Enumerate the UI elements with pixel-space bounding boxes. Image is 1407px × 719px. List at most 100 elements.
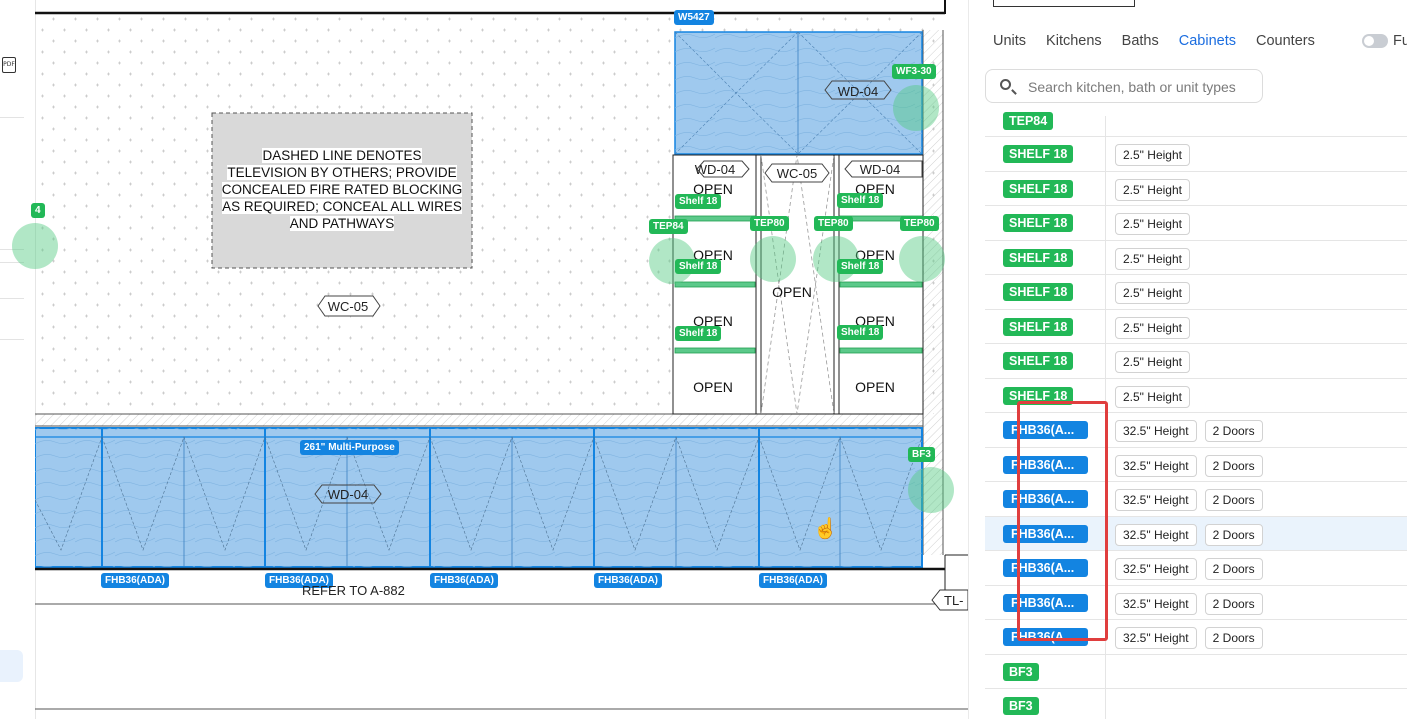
- attribute-chip: 2.5" Height: [1115, 316, 1190, 339]
- marker-circle[interactable]: [908, 467, 954, 513]
- pdf-document-icon[interactable]: PDF: [2, 57, 16, 73]
- cabinet-name-badge[interactable]: TEP84: [1003, 112, 1054, 130]
- tab-baths[interactable]: Baths: [1122, 33, 1159, 51]
- table-row[interactable]: FHB36(A... 32.5" Height 2 Doors: [985, 551, 1407, 586]
- attribute-chip: 32.5" Height: [1115, 489, 1197, 511]
- wc05-label: WC-05: [327, 299, 369, 314]
- wd04-right-label: WD-04: [859, 162, 901, 177]
- fhb36-tag[interactable]: FHB36(ADA): [759, 573, 827, 588]
- fhb36-tag[interactable]: FHB36(ADA): [101, 573, 169, 588]
- column-divider: [1105, 344, 1106, 378]
- cabinet-panel: Units Kitchens Baths Cabinets Counters F…: [968, 0, 1407, 719]
- cabinet-name-badge[interactable]: SHELF 18: [1003, 317, 1074, 336]
- toggle-label: Fu: [1393, 33, 1407, 49]
- filter-toggle[interactable]: [1362, 34, 1388, 48]
- cabinet-name-badge[interactable]: BF3: [1003, 662, 1039, 681]
- table-row[interactable]: SHELF 18 2.5" Height: [985, 309, 1407, 344]
- bf3-tag[interactable]: BF3: [908, 447, 935, 462]
- table-row[interactable]: TEP84: [985, 112, 1407, 137]
- tep80-tag[interactable]: TEP80: [900, 216, 939, 231]
- fhb36-tag[interactable]: FHB36(ADA): [430, 573, 498, 588]
- table-row[interactable]: SHELF 18 2.5" Height: [985, 240, 1407, 275]
- table-row[interactable]: SHELF 18 2.5" Height: [985, 378, 1407, 413]
- cabinet-name-badge[interactable]: SHELF 18: [1003, 352, 1074, 370]
- open-label: OPEN: [855, 379, 895, 395]
- column-divider: [1105, 137, 1106, 171]
- table-row[interactable]: SHELF 18 2.5" Height: [985, 137, 1407, 172]
- tep80-tag[interactable]: TEP80: [750, 216, 789, 231]
- marker-circle[interactable]: [12, 223, 58, 269]
- cabinet-attributes: 32.5" Height 2 Doors: [1115, 558, 1263, 580]
- shelf18-tag[interactable]: Shelf 18: [675, 259, 722, 274]
- column-divider: [1105, 482, 1106, 516]
- table-row[interactable]: SHELF 18 2.5" Height: [985, 275, 1407, 310]
- wf3-30-tag[interactable]: WF3-30: [892, 64, 936, 79]
- cabinet-attributes: 2.5" Height: [1115, 144, 1190, 166]
- table-row[interactable]: FHB36(A... 32.5" Height 2 Doors: [985, 447, 1407, 482]
- column-divider: [1105, 585, 1106, 619]
- table-row[interactable]: FHB36(A... 32.5" Height 2 Doors: [985, 413, 1407, 448]
- search-icon: [1000, 79, 1011, 90]
- cabinet-name-badge[interactable]: FHB36(A...: [1003, 421, 1088, 439]
- marker-circle[interactable]: [899, 236, 945, 282]
- fhb36-tag[interactable]: FHB36(ADA): [594, 573, 662, 588]
- table-row[interactable]: FHB36(A... 32.5" Height 2 Doors: [985, 585, 1407, 620]
- cabinet-name-badge[interactable]: SHELF 18: [1003, 145, 1074, 163]
- toolbar-selected-item[interactable]: [0, 650, 23, 682]
- attribute-chip: 2.5" Height: [1115, 144, 1190, 166]
- table-row[interactable]: FHB36(A... 32.5" Height 2 Doors: [985, 516, 1407, 551]
- tep80-tag[interactable]: TEP80: [814, 216, 853, 231]
- open-label: OPEN: [772, 284, 812, 300]
- toolbar-divider: [0, 298, 24, 299]
- floor-plan-canvas[interactable]: DASHED LINE DENOTES TELEVISION BY OTHERS…: [12, 0, 968, 719]
- cabinet-name-badge[interactable]: FHB36(A...: [1003, 490, 1088, 508]
- cabinet-name-badge[interactable]: SHELF 18: [1003, 248, 1074, 267]
- shelf18-tag[interactable]: Shelf 18: [675, 194, 722, 209]
- shelf18-tag[interactable]: Shelf 18: [837, 193, 884, 208]
- table-row[interactable]: SHELF 18 2.5" Height: [985, 206, 1407, 241]
- marker-circle[interactable]: [893, 85, 939, 131]
- cabinet-attributes: 2.5" Height: [1115, 316, 1190, 339]
- cabinet-name-badge[interactable]: SHELF 18: [1003, 179, 1074, 198]
- cabinet-attributes: 2.5" Height: [1115, 282, 1190, 304]
- partial-tag[interactable]: 4: [31, 203, 45, 218]
- search-input[interactable]: [1026, 77, 1260, 97]
- cabinet-name-badge[interactable]: BF3: [1003, 697, 1039, 715]
- note-line: AS REQUIRED; CONCEAL ALL WIRES: [222, 199, 462, 214]
- shelf18-tag[interactable]: Shelf 18: [837, 325, 884, 340]
- cabinet-name-badge[interactable]: SHELF 18: [1003, 386, 1074, 405]
- column-divider: [1105, 654, 1106, 688]
- attribute-chip: 2.5" Height: [1115, 247, 1190, 270]
- panel-tabs: Units Kitchens Baths Cabinets Counters: [993, 33, 1315, 51]
- cabinet-name-badge[interactable]: FHB36(A...: [1003, 593, 1088, 612]
- marker-circle[interactable]: [750, 236, 796, 282]
- toolbar-divider: [0, 339, 24, 340]
- attribute-chip: 2 Doors: [1204, 523, 1263, 546]
- tab-units[interactable]: Units: [993, 33, 1026, 51]
- attribute-chip: 32.5" Height: [1115, 454, 1197, 477]
- tab-cabinets[interactable]: Cabinets: [1179, 33, 1236, 51]
- table-row[interactable]: SHELF 18 2.5" Height: [985, 171, 1407, 206]
- cabinet-name-badge[interactable]: SHELF 18: [1003, 283, 1074, 301]
- table-row[interactable]: FHB36(A... 32.5" Height 2 Doors: [985, 620, 1407, 655]
- cabinet-name-badge[interactable]: FHB36(A...: [1003, 455, 1088, 474]
- table-row[interactable]: SHELF 18 2.5" Height: [985, 344, 1407, 379]
- column-divider: [1105, 206, 1106, 240]
- cabinet-name-badge[interactable]: SHELF 18: [1003, 214, 1074, 232]
- shelf18-tag[interactable]: Shelf 18: [675, 326, 722, 341]
- tab-kitchens[interactable]: Kitchens: [1046, 33, 1102, 51]
- table-row[interactable]: BF3: [985, 654, 1407, 689]
- cabinet-name-badge[interactable]: FHB36(A...: [1003, 524, 1088, 543]
- multi-purpose-tag[interactable]: 261" Multi-Purpose: [300, 440, 399, 455]
- tep84-tag[interactable]: TEP84: [649, 219, 688, 234]
- table-row[interactable]: BF3: [985, 689, 1407, 719]
- shelf18-tag[interactable]: Shelf 18: [837, 259, 884, 274]
- tab-counters[interactable]: Counters: [1256, 33, 1315, 51]
- attribute-chip: 2.5" Height: [1115, 351, 1190, 373]
- cabinet-attributes: 2.5" Height: [1115, 178, 1190, 201]
- table-row[interactable]: FHB36(A... 32.5" Height 2 Doors: [985, 482, 1407, 517]
- cabinet-name-badge[interactable]: FHB36(A...: [1003, 628, 1088, 646]
- w5427-tag[interactable]: W5427: [674, 10, 714, 25]
- cabinet-name-badge[interactable]: FHB36(A...: [1003, 559, 1088, 577]
- column-divider: [1105, 447, 1106, 481]
